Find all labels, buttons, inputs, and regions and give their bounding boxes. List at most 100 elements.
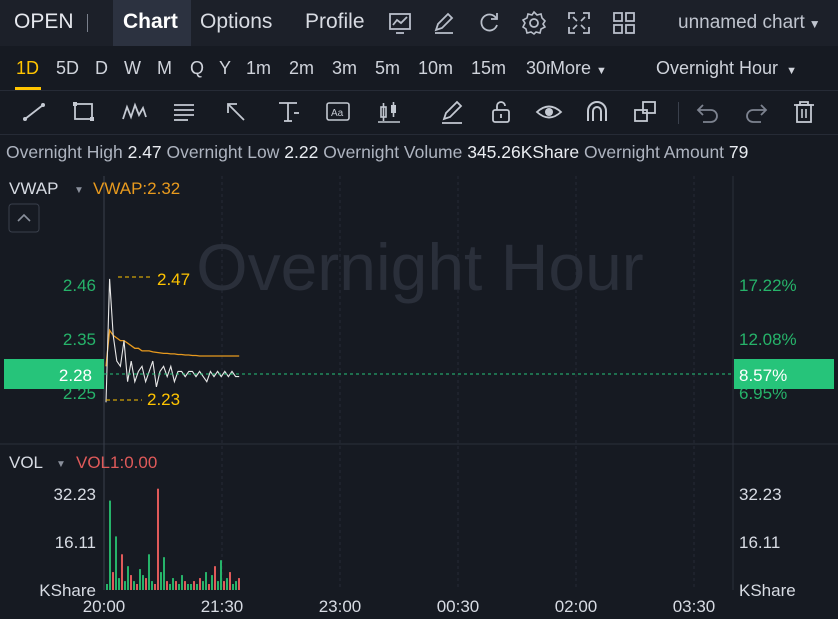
period-1m[interactable]: 1m xyxy=(246,58,271,79)
volume-bar xyxy=(226,578,228,590)
note-tool-icon[interactable]: Aa xyxy=(324,99,352,125)
pct-tick-label: 17.22% xyxy=(739,276,797,295)
top-bar: OPEN Chart Options Profile unnamed chart… xyxy=(0,0,838,47)
more-label: More xyxy=(550,58,592,78)
vol-indicator-label[interactable]: VOL xyxy=(9,453,43,472)
candle-tool-icon[interactable] xyxy=(375,99,403,125)
gear-icon[interactable] xyxy=(520,9,548,37)
period-3m[interactable]: 3m xyxy=(332,58,357,79)
x-tick-label: 00:30 xyxy=(437,597,480,616)
vol-unit-label: KShare xyxy=(739,581,796,600)
chart-settings-icon[interactable] xyxy=(386,9,414,37)
period-15m[interactable]: 15m xyxy=(471,58,506,79)
volume-bar xyxy=(187,584,189,590)
volume-bar xyxy=(115,536,117,590)
edit-icon[interactable] xyxy=(430,9,458,37)
trash-icon[interactable] xyxy=(790,99,818,125)
volume-bar xyxy=(175,581,177,590)
vwap-indicator-label[interactable]: VWAP xyxy=(9,179,58,198)
volume-bar xyxy=(229,572,231,590)
period-d[interactable]: D xyxy=(95,58,108,79)
chart-name-label: unnamed chart xyxy=(678,12,805,33)
caret-down-icon: ▼ xyxy=(596,65,607,77)
volume-bar xyxy=(220,560,222,590)
volume-bar xyxy=(223,581,225,590)
unlock-icon[interactable] xyxy=(487,99,515,125)
period-1d[interactable]: 1D xyxy=(16,58,39,79)
undo-icon[interactable] xyxy=(694,99,722,125)
ticker-symbol: OPEN xyxy=(14,10,74,33)
volume-bar xyxy=(139,569,141,590)
pct-tick-label: 12.08% xyxy=(739,330,797,349)
overnight-high-label: Overnight High xyxy=(6,142,123,162)
price-chart[interactable]: Overnight Hour VWAP ▼ VWAP:2.32 2.46 2.3… xyxy=(0,170,838,619)
session-label: Overnight Hour xyxy=(656,58,779,78)
brush-icon[interactable] xyxy=(438,99,466,125)
volume-bar xyxy=(238,578,240,590)
overnight-amount-label: Overnight Amount xyxy=(583,142,725,162)
period-5d[interactable]: 5D xyxy=(56,58,79,79)
volume-bar xyxy=(235,581,237,590)
low-marker-label: 2.23 xyxy=(147,390,180,409)
pattern-tool-icon[interactable] xyxy=(120,99,148,125)
measure-tool-icon[interactable] xyxy=(274,99,302,125)
vol-value: VOL1:0.00 xyxy=(76,453,157,472)
volume-bar xyxy=(121,554,123,590)
line-tool-icon[interactable] xyxy=(20,99,48,125)
caret-down-icon[interactable]: ▼ xyxy=(74,185,84,196)
vol-tick-label: 32.23 xyxy=(739,485,782,504)
period-10m[interactable]: 10m xyxy=(418,58,453,79)
tab-chart[interactable]: Chart xyxy=(123,10,178,34)
chart-name-dropdown[interactable]: unnamed chart ▼ xyxy=(678,12,821,34)
divider xyxy=(87,14,88,32)
y-tick-label: 2.46 xyxy=(63,276,96,295)
overnight-stats-bar: Overnight High 2.47 Overnight Low 2.22 O… xyxy=(0,142,838,166)
caret-down-icon[interactable]: ▼ xyxy=(56,459,66,470)
volume-bar xyxy=(106,584,108,590)
overnight-volume-label: Overnight Volume xyxy=(323,142,463,162)
period-5m[interactable]: 5m xyxy=(375,58,400,79)
volume-bar xyxy=(196,584,198,590)
volume-bar xyxy=(181,575,183,590)
text-tool-icon[interactable] xyxy=(170,99,198,125)
overnight-amount-value: 79 xyxy=(728,142,749,162)
volume-bar xyxy=(193,581,195,590)
overnight-high-value: 2.47 xyxy=(127,142,162,162)
current-price-value: 2.28 xyxy=(59,366,92,385)
fullscreen-icon[interactable] xyxy=(565,9,593,37)
refresh-icon[interactable] xyxy=(475,9,503,37)
period-2m[interactable]: 2m xyxy=(289,58,314,79)
tab-options[interactable]: Options xyxy=(200,10,272,34)
chart-watermark: Overnight Hour xyxy=(196,230,644,304)
period-bar: 1D 5D D W M Q Y 1m 2m 3m 5m 10m 15m 30 m … xyxy=(0,46,838,91)
rectangle-tool-icon[interactable] xyxy=(70,99,98,125)
tab-profile[interactable]: Profile xyxy=(305,10,365,34)
session-dropdown[interactable]: Overnight Hour ▼ xyxy=(656,58,797,79)
redo-icon[interactable] xyxy=(742,99,770,125)
volume-bar xyxy=(124,581,126,590)
svg-text:Aa: Aa xyxy=(331,108,344,119)
caret-down-icon: ▼ xyxy=(786,65,797,77)
copy-icon[interactable] xyxy=(631,99,659,125)
overnight-volume-value: 345.26KShare xyxy=(467,142,580,162)
period-q[interactable]: Q xyxy=(190,58,204,79)
volume-bar xyxy=(112,572,114,590)
volume-bar xyxy=(130,575,132,590)
period-30m[interactable]: 30m xyxy=(526,58,550,79)
period-m[interactable]: M xyxy=(157,58,172,79)
period-y[interactable]: Y xyxy=(219,58,231,79)
period-w[interactable]: W xyxy=(124,58,141,79)
vol-tick-label: 32.23 xyxy=(53,485,96,504)
volume-bar xyxy=(163,557,165,590)
volume-bar xyxy=(142,575,144,590)
eye-icon[interactable] xyxy=(535,99,563,125)
layout-grid-icon[interactable] xyxy=(610,9,638,37)
volume-bar xyxy=(169,584,171,590)
magnet-icon[interactable] xyxy=(583,99,611,125)
more-periods-dropdown[interactable]: More ▼ xyxy=(550,58,607,79)
volume-bar xyxy=(202,581,204,590)
volume-bar xyxy=(127,566,129,590)
arrow-tool-icon[interactable] xyxy=(222,99,250,125)
y-tick-label: 2.35 xyxy=(63,330,96,349)
volume-bar xyxy=(166,581,168,590)
